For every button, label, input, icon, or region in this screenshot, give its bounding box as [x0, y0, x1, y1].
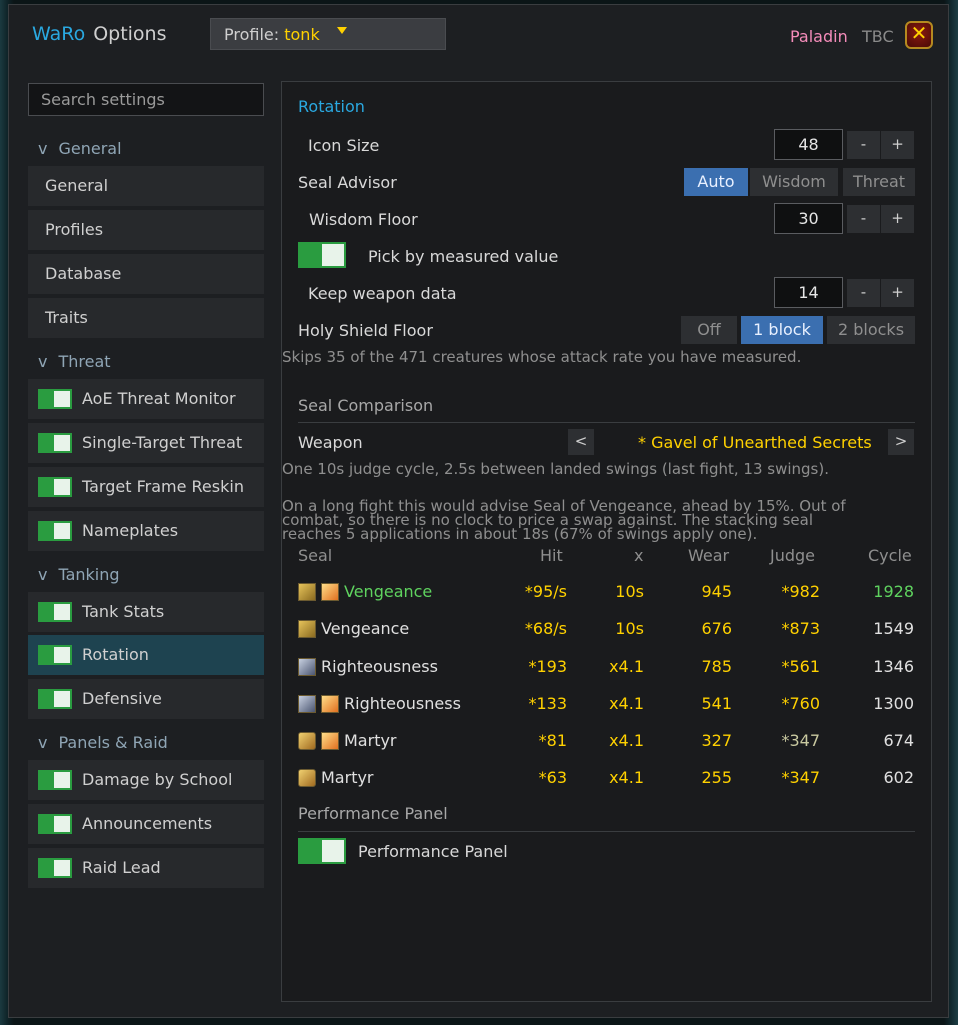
sidebar-item-database[interactable]: Database	[28, 254, 264, 294]
seal-advisor-threat-option[interactable]: Threat	[843, 168, 915, 196]
seal-of-vengeance-icon	[298, 583, 316, 601]
module-toggle[interactable]	[38, 433, 72, 453]
performance-panel-label: Performance Panel	[358, 842, 508, 861]
module-toggle[interactable]	[38, 389, 72, 409]
version-label: TBC	[862, 27, 894, 46]
pick-by-measured-label: Pick by measured value	[368, 247, 559, 266]
next-weapon-button[interactable]: >	[888, 429, 914, 455]
profile-dropdown[interactable]: Profile: tonk	[210, 18, 446, 50]
seal-of-vengeance-icon	[298, 620, 316, 638]
column-header-judge: Judge	[770, 546, 816, 565]
keep-weapon-increment-button[interactable]: +	[881, 279, 914, 307]
class-label: Paladin	[790, 27, 848, 46]
module-toggle[interactable]	[38, 689, 72, 709]
divider	[298, 831, 915, 832]
icon-size-increment-button[interactable]: +	[881, 131, 914, 159]
module-toggle[interactable]	[38, 814, 72, 834]
seal-of-martyr-icon	[298, 732, 316, 750]
seal-comparison-header: Seal Comparison	[298, 396, 434, 415]
module-toggle[interactable]	[38, 858, 72, 878]
chevron-down-icon: v	[38, 565, 48, 584]
flame-icon	[321, 732, 339, 750]
close-icon: ✕	[910, 21, 928, 45]
module-toggle[interactable]	[38, 477, 72, 497]
search-field[interactable]	[28, 83, 264, 116]
icon-size-label: Icon Size	[308, 136, 380, 155]
section-title-rotation: Rotation	[298, 97, 365, 116]
sidebar-item-tank-stats[interactable]: Tank Stats	[28, 592, 264, 632]
judge-cycle-hint: One 10s judge cycle, 2.5s between landed…	[282, 460, 829, 478]
wisdom-floor-increment-button[interactable]: +	[881, 205, 914, 233]
module-toggle[interactable]	[38, 770, 72, 790]
sidebar-item-single-target-threat[interactable]: Single-Target Threat	[28, 423, 264, 463]
chevron-down-icon: v	[38, 733, 48, 752]
sidebar-item-general[interactable]: General	[28, 166, 264, 206]
section-header-general[interactable]: v General	[38, 139, 122, 158]
module-toggle[interactable]	[38, 521, 72, 541]
weapon-name: * Gavel of Unearthed Secrets	[638, 433, 872, 452]
pick-by-measured-toggle[interactable]	[298, 242, 346, 268]
wisdom-floor-decrement-button[interactable]: -	[847, 205, 880, 233]
seal-advisor-wisdom-option[interactable]: Wisdom	[750, 168, 838, 196]
title-options: Options	[93, 23, 167, 45]
module-toggle[interactable]	[38, 645, 72, 665]
holy-shield-floor-label: Holy Shield Floor	[298, 321, 433, 340]
column-header-cycle: Cycle	[868, 546, 912, 565]
seal-of-righteousness-icon	[298, 695, 316, 713]
holy-shield-off-option[interactable]: Off	[681, 316, 737, 344]
options-window: WaRo Options Profile: tonk Paladin TBC ✕ …	[8, 4, 949, 1018]
module-toggle[interactable]	[38, 602, 72, 622]
close-button[interactable]: ✕	[905, 21, 933, 49]
chevron-down-icon	[337, 27, 347, 34]
sidebar-item-profiles[interactable]: Profiles	[28, 210, 264, 250]
divider	[298, 422, 915, 423]
keep-weapon-label: Keep weapon data	[308, 284, 457, 303]
seal-of-martyr-icon	[298, 769, 316, 787]
sidebar-item-rotation[interactable]: Rotation	[28, 635, 264, 675]
holy-shield-2-blocks-option[interactable]: 2 blocks	[827, 316, 915, 344]
settings-panel: Rotation Icon Size 48 - + Seal Advisor A…	[281, 81, 932, 1002]
sidebar-item-traits[interactable]: Traits	[28, 298, 264, 338]
performance-panel-toggle[interactable]	[298, 838, 346, 864]
seal-of-righteousness-icon	[298, 658, 316, 676]
holy-shield-1-block-option[interactable]: 1 block	[741, 316, 823, 344]
section-header-threat[interactable]: v Threat	[38, 352, 111, 371]
search-input[interactable]	[29, 84, 263, 115]
flame-icon	[321, 695, 339, 713]
section-header-tanking[interactable]: v Tanking	[38, 565, 120, 584]
previous-weapon-button[interactable]: <	[568, 429, 594, 455]
column-header-hit: Hit	[540, 546, 563, 565]
column-header-wear: Wear	[688, 546, 730, 565]
sidebar-item-defensive[interactable]: Defensive	[28, 679, 264, 719]
advice-text-line-3: reaches 5 applications in about 18s (67%…	[282, 525, 758, 543]
wisdom-floor-label: Wisdom Floor	[309, 210, 418, 229]
seal-advisor-auto-option[interactable]: Auto	[684, 168, 748, 196]
performance-panel-header: Performance Panel	[298, 804, 448, 823]
column-header-seal: Seal	[298, 546, 333, 565]
chevron-down-icon: v	[38, 139, 48, 158]
icon-size-input[interactable]: 48	[774, 129, 843, 160]
sidebar-item-raid-lead[interactable]: Raid Lead	[28, 848, 264, 888]
seal-advisor-label: Seal Advisor	[298, 173, 397, 192]
section-header-panels-raid[interactable]: v Panels & Raid	[38, 733, 168, 752]
sidebar-item-nameplates[interactable]: Nameplates	[28, 511, 264, 551]
profile-value: tonk	[284, 25, 320, 44]
app-name: WaRo	[32, 23, 86, 45]
sidebar-item-target-frame-reskin[interactable]: Target Frame Reskin	[28, 467, 264, 507]
chevron-down-icon: v	[38, 352, 48, 371]
sidebar-item-announcements[interactable]: Announcements	[28, 804, 264, 844]
keep-weapon-input[interactable]: 14	[774, 277, 843, 308]
sidebar-item-damage-by-school[interactable]: Damage by School	[28, 760, 264, 800]
holy-shield-hint: Skips 35 of the 471 creatures whose atta…	[282, 348, 802, 366]
flame-icon	[321, 583, 339, 601]
window-title: WaRo Options	[32, 23, 167, 45]
column-header-x: x	[634, 546, 644, 565]
icon-size-decrement-button[interactable]: -	[847, 131, 880, 159]
profile-label: Profile: tonk	[224, 25, 320, 44]
sidebar-item-aoe-threat-monitor[interactable]: AoE Threat Monitor	[28, 379, 264, 419]
weapon-label: Weapon	[298, 433, 363, 452]
wisdom-floor-input[interactable]: 30	[774, 203, 843, 234]
keep-weapon-decrement-button[interactable]: -	[847, 279, 880, 307]
